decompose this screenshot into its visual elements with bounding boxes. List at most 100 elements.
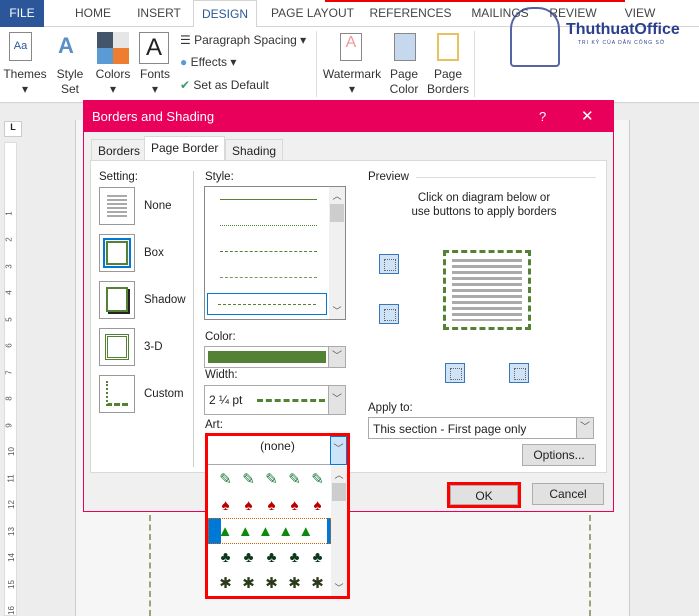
style-option-dotted[interactable] [220, 225, 317, 226]
page-border-left [149, 515, 151, 616]
watermark-button[interactable]: Watermark ▾ [322, 67, 382, 97]
tab-insert[interactable]: INSERT [130, 0, 188, 27]
ribbon: Aa Themes ▾ A Style Set Colors ▾ A Fonts ▾ … [0, 7, 699, 103]
page-borders-button[interactable]: Page Borders [426, 67, 470, 97]
style-option-dashed[interactable] [220, 251, 317, 252]
color-dropdown[interactable]: ﹀ [204, 346, 346, 368]
options-button[interactable]: Options... [522, 444, 596, 466]
style-label: Style: [205, 171, 234, 183]
art-dropdown[interactable]: (none) ﹀ ✎ ✎ ✎ ✎ ✎ ♠ ♠ ♠ ♠ ♠ ▲ ▲ ▲ ▲ ▲ ♣ ♣ ♣ ♣ ♣ ✱ ✱ ✱ ✱ ✱ ︿… [205, 433, 350, 599]
tab-borders[interactable]: Borders [91, 139, 148, 161]
right-border-button[interactable] [509, 363, 529, 383]
art-option-dark-trees[interactable]: ♣ ♣ ♣ ♣ ♣ [208, 544, 347, 570]
preview-hint: Click on diagram below or use buttons to … [359, 191, 609, 219]
close-button[interactable]: ✕ [581, 101, 594, 132]
ruler-tick: 4 [4, 290, 14, 295]
style-option-long-dash[interactable] [220, 277, 317, 278]
tab-design[interactable]: DESIGN [193, 0, 257, 28]
tab-page-layout[interactable]: PAGE LAYOUT [265, 0, 360, 27]
chevron-down-icon[interactable]: ﹀ [328, 347, 345, 367]
themes-button[interactable]: Themes ▾ [2, 67, 48, 97]
effects-icon: ● [180, 55, 188, 69]
apply-to-dropdown[interactable]: This section - First page only ﹀ [368, 417, 594, 439]
setting-3d[interactable]: 3-D [144, 341, 163, 353]
page-border-right [589, 515, 591, 616]
themes-label: Themes [3, 67, 47, 81]
page-color-button[interactable]: Page Color [384, 67, 424, 97]
style-scrollbar[interactable]: ︿ ﹀ [329, 187, 345, 319]
width-dropdown[interactable]: 2 ¼ pt ﹀ [204, 385, 346, 415]
art-option-firecrackers[interactable]: ✎ ✎ ✎ ✎ ✎ [208, 466, 347, 492]
setting-none[interactable]: None [144, 200, 172, 212]
logo-tagline: TRI KỶ CỦA DÂN CÔNG SỞ [578, 40, 666, 46]
tab-selector-icon[interactable]: L [4, 121, 22, 137]
tab-file[interactable]: FILE [0, 0, 44, 27]
bottom-border-button[interactable] [379, 304, 399, 324]
chevron-down-icon[interactable]: ﹀ [576, 418, 593, 438]
help-button[interactable]: ? [539, 101, 546, 132]
setting-box[interactable]: Box [144, 247, 164, 259]
art-option-palm-trees[interactable]: ✱ ✱ ✱ ✱ ✱ [208, 570, 347, 596]
setting-3d-icon[interactable] [99, 328, 135, 366]
ruler-tick: 5 [4, 317, 14, 322]
ruler-tick: 7 [4, 370, 14, 375]
colors-icon [97, 32, 129, 64]
art-option-green-trees[interactable]: ▲ ▲ ▲ ▲ ▲ [208, 518, 331, 544]
ruler-tick: 13 [6, 527, 16, 536]
ok-button[interactable]: OK [447, 482, 521, 508]
ruler-tick: 12 [6, 500, 16, 509]
style-list[interactable]: ︿ ﹀ [204, 186, 346, 320]
setting-custom-icon[interactable] [99, 375, 135, 413]
width-label: Width: [205, 369, 238, 381]
preview-hint-line1: Click on diagram below or [417, 192, 551, 204]
colors-label: Colors [95, 67, 131, 81]
dialog-title-bar[interactable]: Borders and Shading ? ✕ [84, 101, 613, 132]
logo-name: ThuthuatOffice [566, 21, 680, 38]
set-as-default-button[interactable]: ✔ Set as Default [180, 78, 269, 93]
tab-page-border[interactable]: Page Border [144, 136, 226, 160]
highlight-line [325, 0, 625, 2]
cancel-button[interactable]: Cancel [532, 483, 604, 505]
style-set-icon: A [58, 33, 74, 58]
art-scrollbar[interactable]: ︿ ﹀ [331, 466, 347, 596]
setting-shadow-icon[interactable] [99, 281, 135, 319]
ruler-tick: 1 [4, 211, 14, 216]
page-border-panel: Setting: None Box Shadow 3-D Custom Styl… [90, 160, 607, 473]
preview-diagram[interactable] [443, 250, 531, 330]
ruler-tick: 14 [6, 553, 16, 562]
setting-box-icon[interactable] [99, 234, 135, 272]
tab-shading[interactable]: Shading [225, 139, 284, 161]
vertical-ruler: 1 2 3 4 5 6 7 8 9 10 11 12 13 14 15 16 [4, 142, 17, 616]
effects-button[interactable]: ● Effects ▾ [180, 55, 236, 70]
setting-shadow[interactable]: Shadow [144, 294, 186, 306]
set-default-label: Set as Default [193, 78, 269, 92]
color-swatch [208, 351, 326, 363]
preview-label: Preview [368, 171, 409, 183]
setting-none-icon[interactable] [99, 187, 135, 225]
fonts-button[interactable]: Fonts ▾ [136, 67, 174, 97]
page-borders-icon [437, 33, 459, 61]
setting-label: Setting: [99, 171, 138, 183]
style-option-dash-dot-selected[interactable] [207, 293, 327, 315]
chevron-down-icon[interactable]: ﹀ [330, 436, 347, 465]
tab-references[interactable]: REFERENCES [368, 0, 453, 27]
art-value: (none) [208, 436, 347, 465]
width-value: 2 ¼ pt [209, 393, 243, 407]
themes-icon: Aa [9, 32, 32, 61]
ruler-tick: 11 [6, 474, 16, 483]
apply-to-label: Apply to: [368, 402, 413, 414]
paragraph-spacing-button[interactable]: ☰ Paragraph Spacing ▾ [180, 33, 306, 48]
style-set-button[interactable]: Style Set [52, 67, 88, 97]
ruler-tick: 15 [6, 580, 16, 589]
setting-custom[interactable]: Custom [144, 388, 184, 400]
art-selected-value: (none) [260, 439, 295, 453]
style-option-solid[interactable] [220, 199, 317, 200]
logo-mascot-icon [510, 7, 560, 67]
tab-home[interactable]: HOME [62, 0, 124, 27]
chevron-down-icon[interactable]: ﹀ [328, 386, 345, 414]
left-border-button[interactable] [445, 363, 465, 383]
colors-button[interactable]: Colors ▾ [92, 67, 134, 97]
art-option-birds[interactable]: ♠ ♠ ♠ ♠ ♠ [208, 492, 347, 518]
top-border-button[interactable] [379, 254, 399, 274]
art-list[interactable]: ✎ ✎ ✎ ✎ ✎ ♠ ♠ ♠ ♠ ♠ ▲ ▲ ▲ ▲ ▲ ♣ ♣ ♣ ♣ ♣ ✱ ✱ ✱ ✱ ✱ ︿ ﹀ [208, 466, 347, 596]
